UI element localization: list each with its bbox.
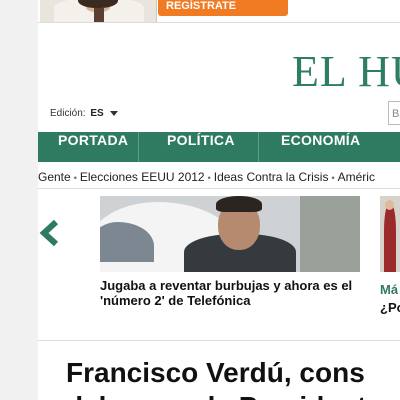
nav-item-portada[interactable]: PORTADA bbox=[58, 132, 128, 162]
edition-value: ES bbox=[90, 108, 104, 119]
story-headline[interactable]: Jugaba a reventar burbujas y ahora es el… bbox=[100, 278, 360, 308]
subnav-item-ideas[interactable]: Ideas Contra la Crisis bbox=[214, 170, 329, 184]
site-logo[interactable]: EL HU bbox=[292, 50, 400, 94]
subnav-item-gente[interactable]: Gente bbox=[38, 170, 71, 184]
register-free-label: REGÍSTRATE GRATIS bbox=[166, 0, 237, 22]
article-title-line-2[interactable]: del cargo de Presidente bbox=[66, 390, 382, 400]
side-story-subtitle[interactable]: ¿Po bbox=[380, 300, 400, 315]
nav-separator bbox=[138, 132, 139, 162]
edition-label: Edición: bbox=[50, 108, 86, 119]
article-title[interactable]: Francisco Verdú, cons bbox=[66, 356, 400, 390]
subnav-divider bbox=[38, 188, 400, 189]
bullet-separator: • bbox=[73, 173, 77, 183]
secondary-navigation: Gente • Elecciones EEUU 2012 • Ideas Contra … bbox=[38, 166, 400, 188]
ad-photo bbox=[40, 0, 157, 22]
side-story-photo[interactable] bbox=[380, 196, 400, 272]
ad-banner[interactable]: REGÍSTRATE GRATIS➜ bbox=[38, 0, 400, 22]
register-free-button[interactable]: REGÍSTRATE GRATIS➜ bbox=[158, 0, 288, 22]
side-story-title[interactable]: Má bbox=[380, 282, 398, 297]
edition-selector[interactable]: Edición: ES bbox=[50, 108, 119, 119]
main-navigation: PORTADA POLÍTICA ECONOMÍA bbox=[38, 132, 400, 162]
nav-item-economia[interactable]: ECONOMÍA bbox=[281, 132, 360, 162]
bullet-separator: • bbox=[331, 173, 335, 183]
search-input[interactable]: B bbox=[388, 101, 400, 125]
story-photo[interactable] bbox=[100, 196, 360, 272]
bullet-separator: • bbox=[207, 173, 211, 183]
nav-separator bbox=[258, 132, 259, 162]
carousel-prev-button[interactable] bbox=[38, 218, 62, 248]
nav-item-politica[interactable]: POLÍTICA bbox=[167, 132, 235, 162]
subnav-item-america[interactable]: Améric bbox=[338, 170, 375, 184]
page: REGÍSTRATE GRATIS➜ EL HU Edición: ES B P… bbox=[38, 0, 400, 400]
subnav-item-elecciones[interactable]: Elecciones EEUU 2012 bbox=[80, 170, 205, 184]
section-divider bbox=[38, 340, 400, 341]
ad-divider bbox=[38, 22, 400, 23]
chevron-left-icon bbox=[39, 219, 59, 247]
chevron-down-icon bbox=[110, 110, 119, 116]
